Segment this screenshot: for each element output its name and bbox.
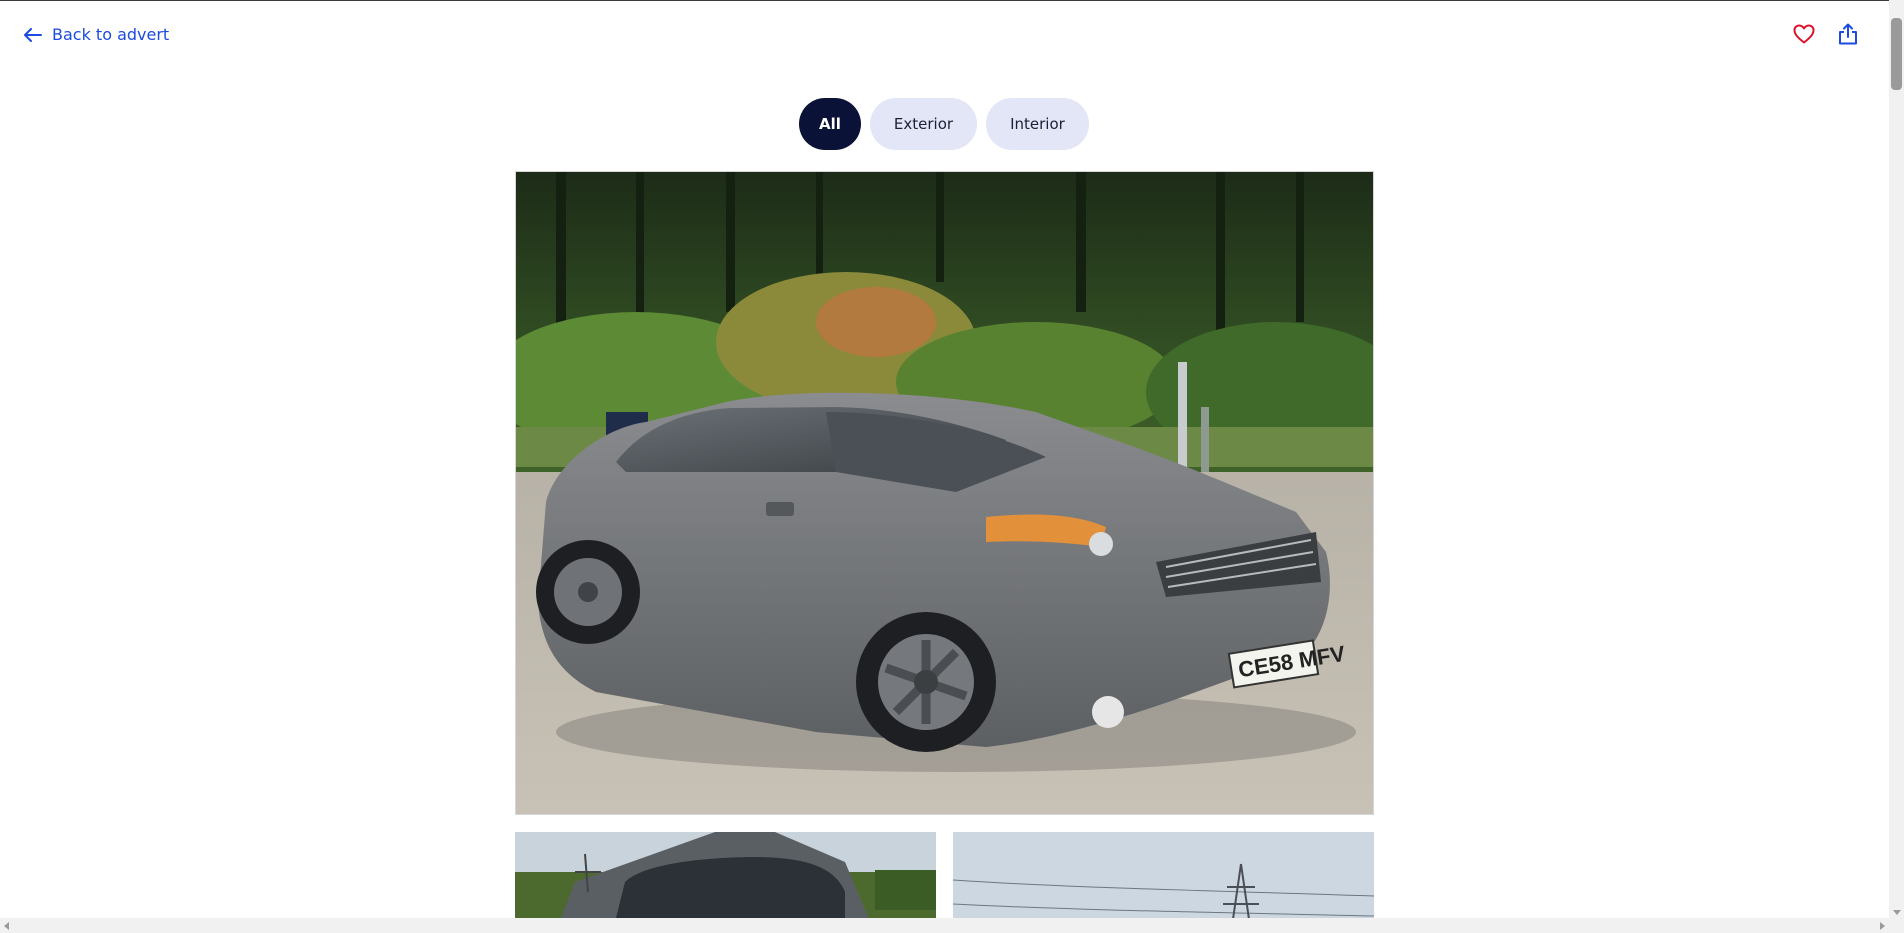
- scrollbar-thumb[interactable]: [1891, 18, 1902, 90]
- scroll-down-arrow-icon[interactable]: [1893, 910, 1901, 915]
- filter-all-tab[interactable]: All: [799, 98, 861, 150]
- horizontal-scrollbar[interactable]: [0, 918, 1889, 933]
- arrow-left-icon: [24, 27, 42, 42]
- back-to-advert-link[interactable]: Back to advert: [24, 25, 169, 44]
- car-photo-illustration: CE58 MFV: [516, 172, 1373, 814]
- gallery-page: Back to advert All Exterior Interior CE5…: [0, 0, 1904, 933]
- share-icon: [1838, 23, 1858, 49]
- vertical-scrollbar[interactable]: [1889, 0, 1904, 933]
- scroll-left-arrow-icon[interactable]: [4, 922, 9, 930]
- favourite-button[interactable]: [1792, 24, 1816, 48]
- main-car-photo[interactable]: CE58 MFV: [515, 171, 1374, 815]
- back-to-advert-label: Back to advert: [52, 25, 170, 44]
- photo-filter-tabs: All Exterior Interior: [799, 98, 1089, 150]
- share-button[interactable]: [1836, 23, 1860, 49]
- window-top-border: [0, 0, 1904, 1]
- filter-interior-tab[interactable]: Interior: [986, 98, 1089, 150]
- heart-icon: [1793, 24, 1815, 48]
- filter-exterior-tab[interactable]: Exterior: [869, 98, 978, 150]
- top-actions: [1792, 23, 1860, 49]
- scroll-right-arrow-icon[interactable]: [1880, 922, 1885, 930]
